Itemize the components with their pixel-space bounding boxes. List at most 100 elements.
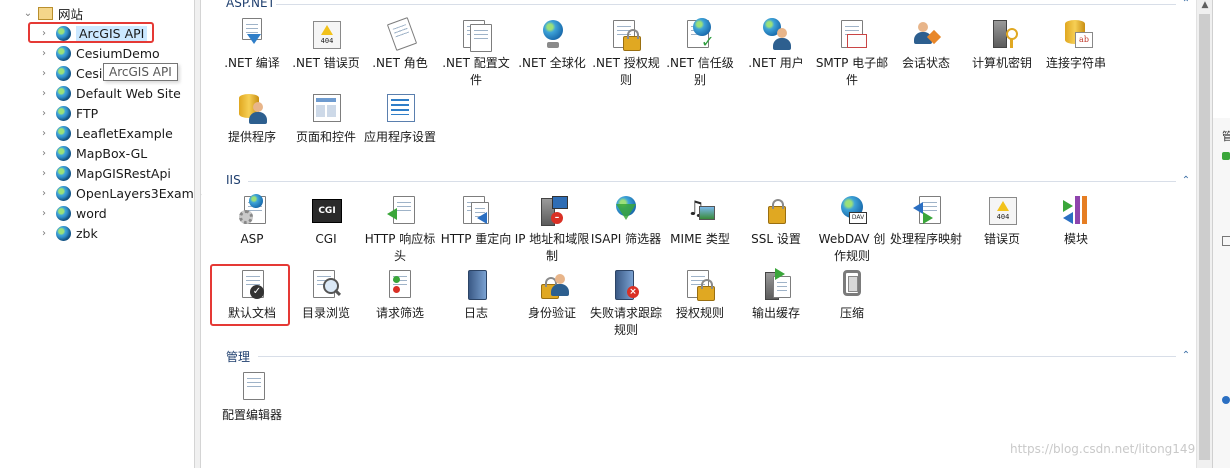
feature-tile[interactable]: 输出缓存 (738, 268, 814, 322)
feature-tile[interactable]: × 失败请求跟踪规则 (588, 268, 664, 339)
chevron-right-icon[interactable]: › (38, 147, 50, 159)
feature-label: 日志 (463, 306, 488, 320)
tooltip: ArcGIS API (103, 63, 178, 81)
tree-node-site[interactable]: › OpenLayers3Exampl (38, 183, 205, 203)
tree-node-site[interactable]: › CesiumDemo (38, 43, 160, 63)
feature-tile[interactable]: 请求筛选 (362, 268, 438, 322)
chevron-down-icon[interactable]: ⌄ (22, 7, 34, 19)
feature-tile[interactable]: ASP (214, 194, 290, 248)
action-icon[interactable] (1222, 236, 1230, 246)
tree-node-site[interactable]: › LeafletExample (38, 123, 173, 143)
feature-tile[interactable]: CGI CGI (288, 194, 364, 248)
feature-tile[interactable]: 目录浏览 (288, 268, 364, 322)
feature-tile[interactable]: DAV WebDAV 创作规则 (814, 194, 890, 265)
feature-tile[interactable]: SMTP 电子邮件 (814, 18, 890, 89)
feature-label: WebDAV 创作规则 (818, 232, 886, 263)
chevron-right-icon[interactable]: › (38, 67, 50, 79)
tree-node-site[interactable]: › FTP (38, 103, 98, 123)
tree-node-label: FTP (76, 105, 99, 121)
chevron-up-icon[interactable]: ⌃ (1180, 175, 1192, 187)
feature-tile[interactable]: .NET 配置文件 (438, 18, 514, 89)
feature-label: 提供程序 (227, 130, 276, 144)
globe-icon (56, 45, 71, 61)
feature-tile[interactable]: 提供程序 (214, 92, 290, 146)
action-icon[interactable] (1222, 152, 1230, 160)
chevron-right-icon[interactable]: › (38, 227, 50, 239)
feature-tile[interactable]: .NET 全球化 (514, 18, 590, 72)
feature-tile[interactable]: 会话状态 (888, 18, 964, 72)
globe-icon (56, 145, 71, 161)
feature-label: IP 地址和域限制 (514, 232, 590, 263)
features-view: ASP.NET ⌃ .NET 编译 404 .NET 错误页 .NET 角色 .… (202, 0, 1196, 468)
feature-tile[interactable]: SSL 设置 (738, 194, 814, 248)
feature-tile[interactable]: HTTP 重定向 (438, 194, 514, 248)
tree-node-site[interactable]: › MapGISRestApi (38, 163, 171, 183)
feature-tile[interactable]: 处理程序映射 (888, 194, 964, 248)
feature-tile[interactable]: .NET 用户 (738, 18, 814, 72)
chevron-right-icon[interactable]: › (38, 207, 50, 219)
feature-tile[interactable]: .NET 角色 (362, 17, 438, 72)
tree-node-label: MapGISRestApi (76, 165, 171, 181)
feature-tile[interactable]: ♫ MIME 类型 (662, 194, 738, 248)
feature-label: 错误页 (983, 232, 1020, 246)
tree-node-site[interactable]: › word (38, 203, 107, 223)
feature-label: 会话状态 (901, 56, 950, 70)
chevron-right-icon[interactable]: › (38, 47, 50, 59)
feature-tile[interactable]: 日志 (438, 268, 514, 322)
logging-icon (459, 268, 493, 302)
pane-splitter[interactable] (194, 0, 201, 468)
authorization-icon (609, 18, 643, 52)
tree-node-site[interactable]: › zbk (38, 223, 98, 243)
feature-label: .NET 配置文件 (442, 56, 510, 87)
feature-tile[interactable]: HTTP 响应标头 (362, 194, 438, 265)
feature-tile[interactable]: 计算机密钥 (964, 18, 1040, 72)
feature-tile[interactable]: 模块 (1038, 194, 1114, 248)
feature-label: .NET 信任级别 (666, 56, 734, 87)
scroll-up-icon[interactable]: ▲ (1200, 0, 1210, 10)
feature-tile[interactable]: 404 .NET 错误页 (288, 18, 364, 72)
feature-label: 计算机密钥 (971, 56, 1032, 70)
ip-restrictions-icon: – (535, 194, 569, 228)
globe-icon (56, 125, 71, 141)
feature-label: ISAPI 筛选器 (590, 232, 662, 246)
feature-tile[interactable]: 应用程序设置 (362, 92, 438, 146)
tree-node-site[interactable]: › MapBox-GL (38, 143, 147, 163)
feature-tile[interactable]: 配置编辑器 (214, 370, 290, 424)
feature-tile[interactable]: ab 连接字符串 (1038, 18, 1114, 72)
feature-tile[interactable]: .NET 授权规则 (588, 18, 664, 89)
tree-node-site[interactable]: › Default Web Site (38, 83, 181, 103)
feature-tile[interactable]: 压缩 (814, 268, 890, 322)
vertical-scrollbar[interactable]: ▲ (1196, 0, 1212, 468)
feature-label: .NET 用户 (748, 56, 804, 70)
feature-tile[interactable]: 授权规则 (662, 268, 738, 322)
help-icon[interactable] (1222, 396, 1230, 404)
trust-level-icon: ✓ (683, 18, 717, 52)
chevron-right-icon[interactable]: › (38, 167, 50, 179)
cgi-icon: CGI (309, 194, 343, 228)
feature-tile[interactable]: – IP 地址和域限制 (514, 194, 590, 265)
request-filtering-icon (383, 268, 417, 302)
chevron-up-icon[interactable]: ⌃ (1180, 0, 1192, 10)
feature-label: 请求筛选 (375, 306, 424, 320)
scroll-thumb[interactable] (1199, 14, 1210, 460)
feature-tile[interactable]: 页面和控件 (288, 92, 364, 146)
actions-pane-label: 管 (1222, 128, 1230, 144)
feature-label: 模块 (1063, 232, 1088, 246)
tree-node-site[interactable]: › Cesi (38, 63, 102, 83)
chevron-right-icon[interactable]: › (38, 127, 50, 139)
tree-node-sites[interactable]: ⌄ 网站 (22, 3, 83, 23)
chevron-up-icon[interactable]: ⌃ (1180, 350, 1192, 362)
feature-tile[interactable]: ISAPI 筛选器 (588, 194, 664, 248)
asp-icon (235, 194, 269, 228)
chevron-right-icon[interactable]: › (38, 87, 50, 99)
feature-tile[interactable]: 404 错误页 (964, 194, 1040, 248)
chevron-right-icon[interactable]: › (38, 107, 50, 119)
feature-tile[interactable]: ✓ .NET 信任级别 (662, 18, 738, 89)
chevron-right-icon[interactable]: › (38, 187, 50, 199)
feature-tile[interactable]: 身份验证 (514, 268, 590, 322)
smtp-email-icon (835, 18, 869, 52)
feature-tile[interactable]: .NET 编译 (214, 18, 290, 72)
feature-label: 授权规则 (675, 306, 724, 320)
feature-label: 身份验证 (527, 306, 576, 320)
globe-icon (56, 165, 71, 181)
